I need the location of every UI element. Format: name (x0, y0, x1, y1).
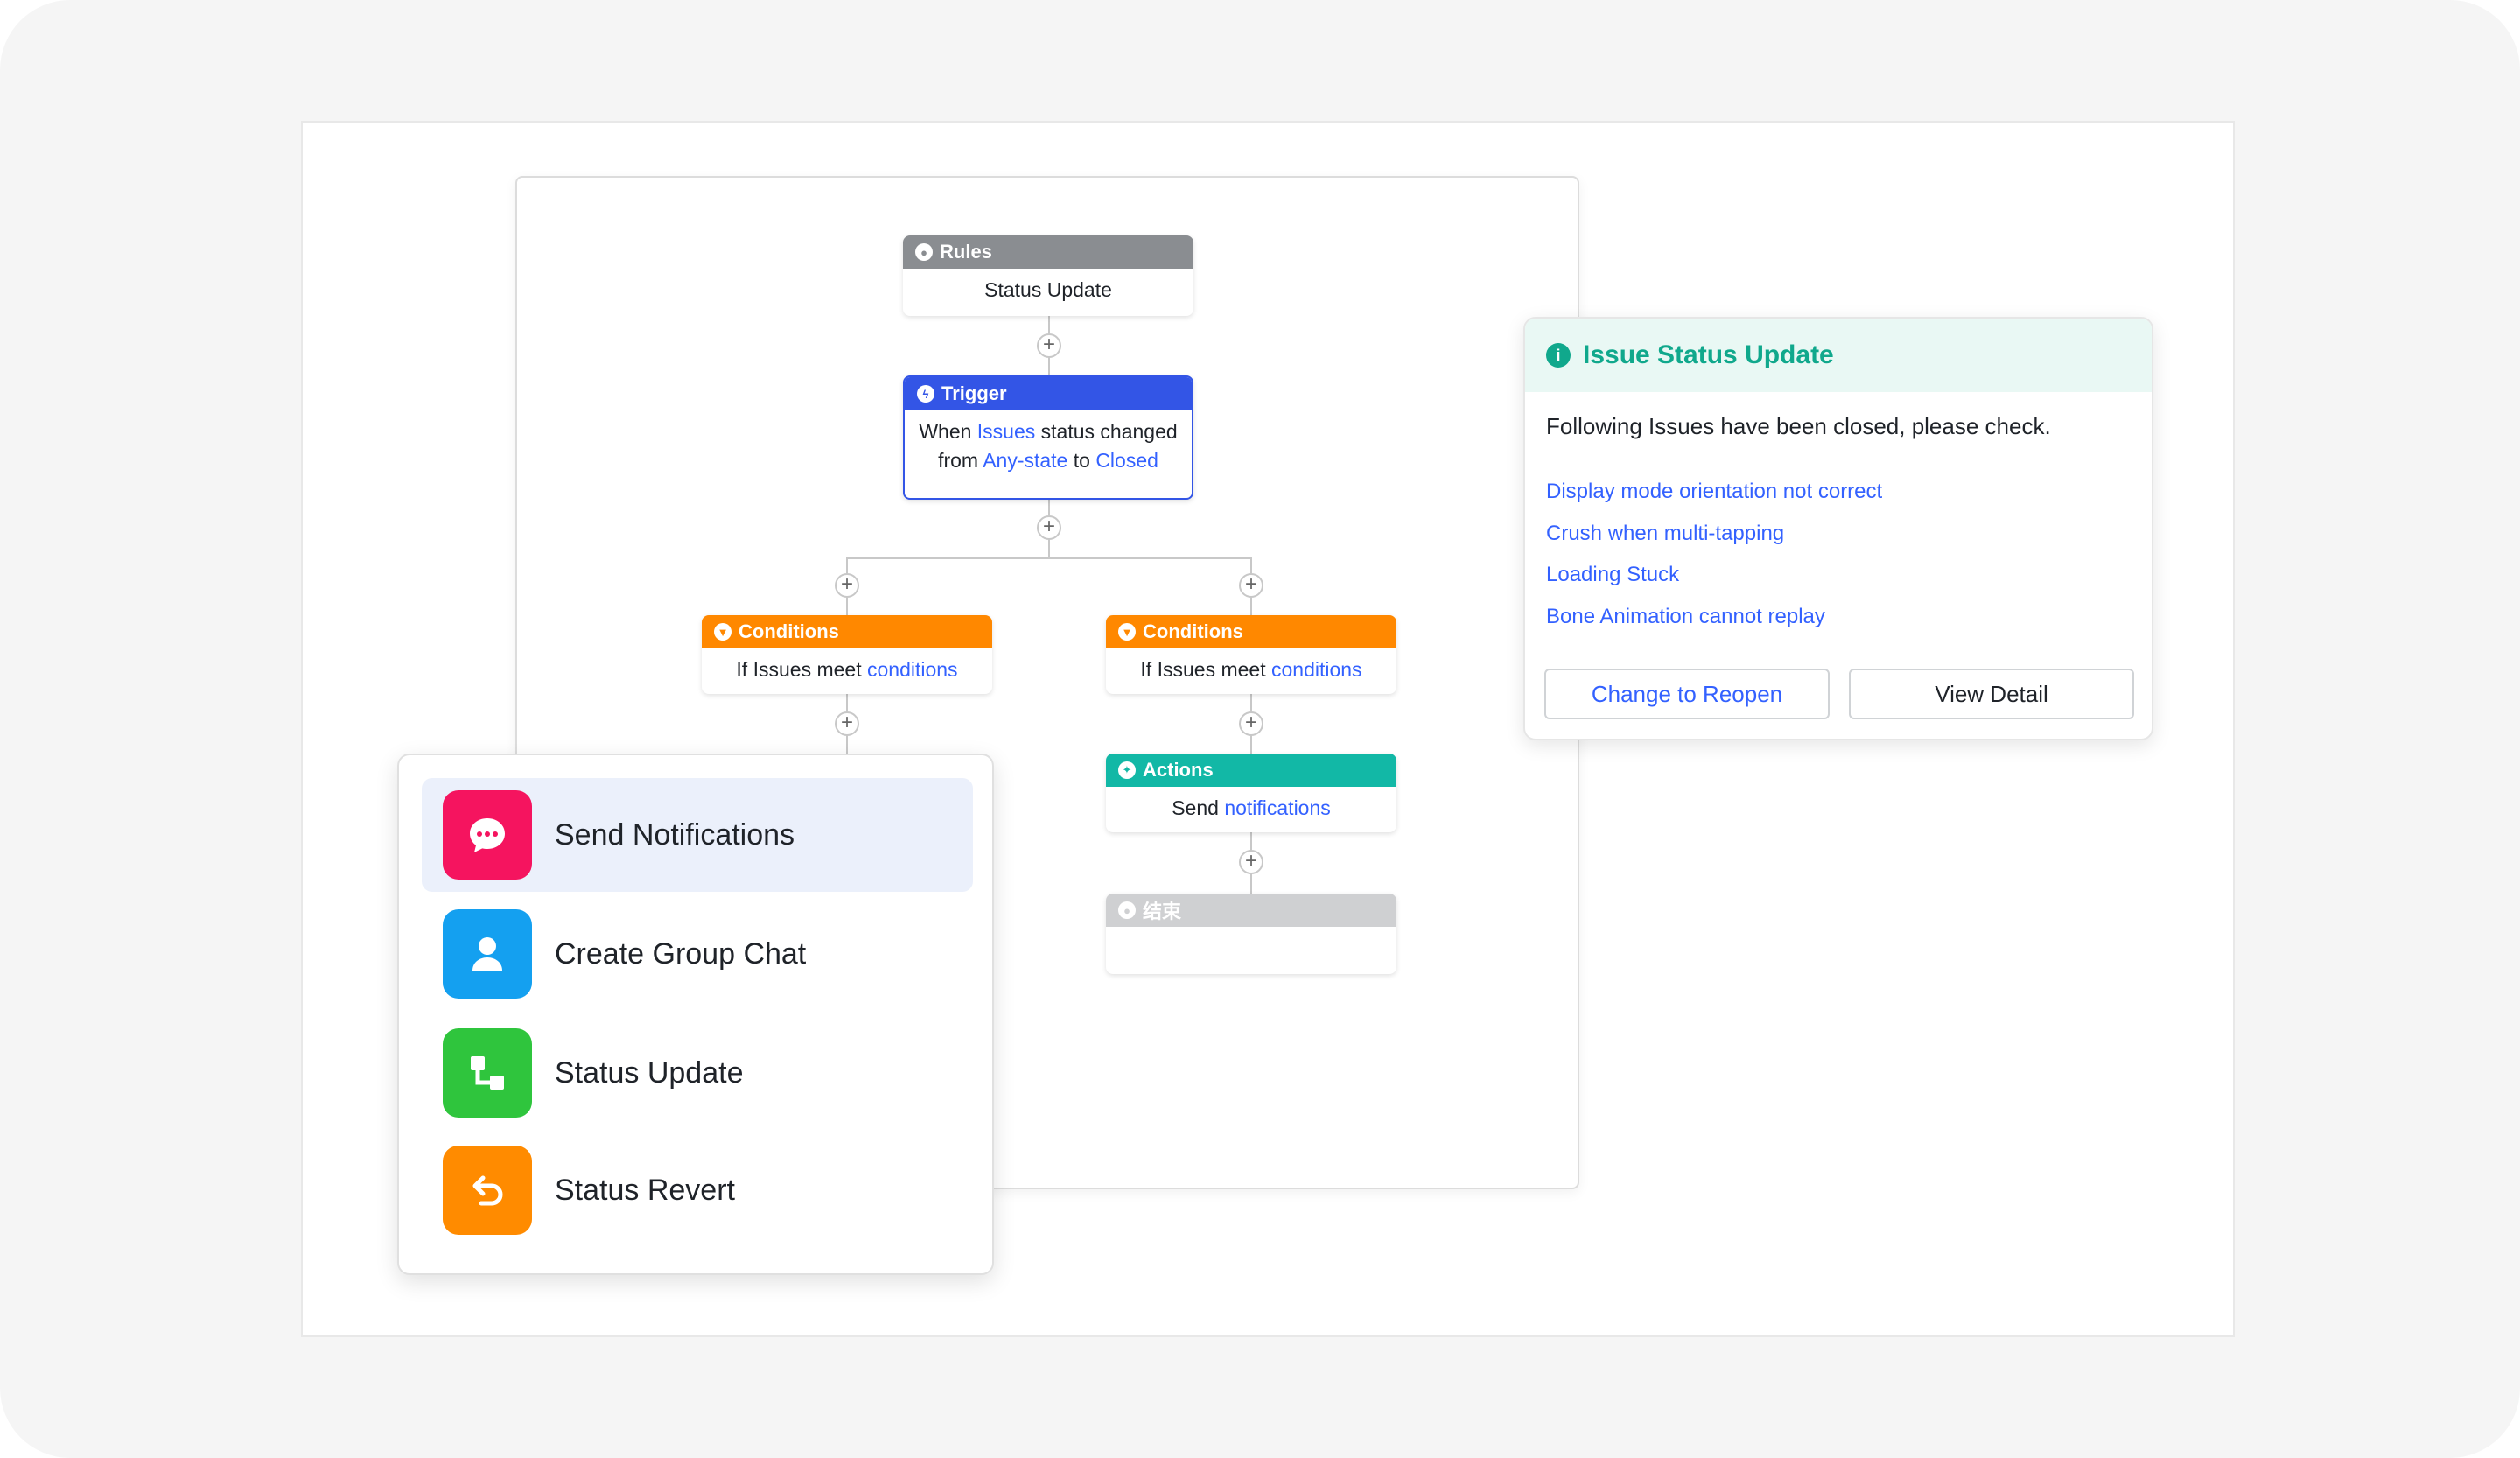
person-icon (443, 909, 532, 999)
popup-message: Following Issues have been closed, pleas… (1546, 413, 2051, 439)
conditions-node-left[interactable]: ▼ Conditions If Issues meet conditions (702, 615, 992, 694)
issue-link[interactable]: Loading Stuck (1546, 563, 1882, 605)
end-node-title: 结束 (1143, 901, 1182, 922)
issue-link[interactable]: Display mode orientation not correct (1546, 480, 1882, 522)
notifications-link[interactable]: notifications (1224, 796, 1330, 819)
trigger-node-header: ϟ Trigger (905, 377, 1192, 410)
end-node[interactable]: ● 结束 (1106, 894, 1396, 974)
issue-link[interactable]: Crush when multi-tapping (1546, 522, 1882, 564)
connector (846, 557, 1252, 559)
issue-list: Display mode orientation not correct Cru… (1546, 480, 1882, 646)
issue-link[interactable]: Bone Animation cannot replay (1546, 605, 1882, 647)
conditions-node-body: If Issues meet conditions (1140, 658, 1362, 681)
lightning-icon: ϟ (917, 385, 934, 403)
menu-item-send-notifications[interactable]: Send Notifications (422, 778, 973, 892)
filter-icon: ▼ (1118, 623, 1136, 641)
rules-node[interactable]: ● Rules Status Update (903, 235, 1194, 316)
add-step-button[interactable]: + (1239, 573, 1264, 598)
trigger-node-body: When Issues status changed from Any-stat… (919, 420, 1178, 472)
rules-icon: ● (915, 243, 933, 261)
any-state-link[interactable]: Any-state (983, 449, 1068, 472)
trigger-node[interactable]: ϟ Trigger When Issues status changed fro… (903, 375, 1194, 500)
menu-item-status-revert[interactable]: Status Revert (422, 1133, 973, 1247)
view-detail-button[interactable]: View Detail (1849, 669, 2134, 719)
conditions-node-title: Conditions (1143, 620, 1243, 642)
menu-item-label: Send Notifications (555, 817, 795, 852)
conditions-link[interactable]: conditions (867, 658, 958, 681)
rules-node-body: Status Update (984, 278, 1112, 301)
rules-node-header: ● Rules (903, 235, 1194, 269)
undo-icon (443, 1146, 532, 1235)
issues-link[interactable]: Issues (977, 420, 1035, 443)
add-step-button[interactable]: + (1037, 515, 1061, 540)
add-step-button[interactable]: + (1239, 711, 1264, 736)
menu-item-label: Create Group Chat (555, 936, 807, 971)
menu-item-label: Status Update (555, 1055, 744, 1090)
actions-node-body: Send notifications (1172, 796, 1331, 819)
action-menu: Send Notifications Create Group Chat Sta… (397, 754, 994, 1275)
flow-icon (443, 1028, 532, 1118)
issue-status-popup: i Issue Status Update Following Issues h… (1523, 317, 2153, 740)
conditions-node-header: ▼ Conditions (702, 615, 992, 648)
add-step-button[interactable]: + (1239, 850, 1264, 874)
actions-node-title: Actions (1143, 759, 1214, 781)
add-step-button[interactable]: + (835, 711, 859, 736)
menu-item-create-group-chat[interactable]: Create Group Chat (422, 897, 973, 1011)
conditions-node-title: Conditions (738, 620, 839, 642)
trigger-node-title: Trigger (942, 382, 1007, 404)
menu-item-label: Status Revert (555, 1173, 735, 1207)
conditions-link[interactable]: conditions (1271, 658, 1362, 681)
stop-icon: ● (1118, 901, 1136, 919)
menu-item-status-update[interactable]: Status Update (422, 1016, 973, 1130)
rules-node-title: Rules (940, 241, 992, 263)
add-step-button[interactable]: + (835, 573, 859, 598)
gear-icon: ✦ (1118, 761, 1136, 779)
info-icon: i (1546, 343, 1571, 368)
chat-bubble-icon (443, 790, 532, 880)
closed-link[interactable]: Closed (1096, 449, 1158, 472)
actions-node-header: ✦ Actions (1106, 754, 1396, 787)
actions-node[interactable]: ✦ Actions Send notifications (1106, 754, 1396, 832)
popup-header: i Issue Status Update (1525, 319, 2152, 392)
conditions-node-header: ▼ Conditions (1106, 615, 1396, 648)
filter-icon: ▼ (714, 623, 732, 641)
add-step-button[interactable]: + (1037, 333, 1061, 358)
conditions-node-right[interactable]: ▼ Conditions If Issues meet conditions (1106, 615, 1396, 694)
end-node-header: ● 结束 (1106, 894, 1396, 927)
popup-title: Issue Status Update (1583, 340, 1834, 369)
change-to-reopen-button[interactable]: Change to Reopen (1544, 669, 1830, 719)
conditions-node-body: If Issues meet conditions (736, 658, 958, 681)
